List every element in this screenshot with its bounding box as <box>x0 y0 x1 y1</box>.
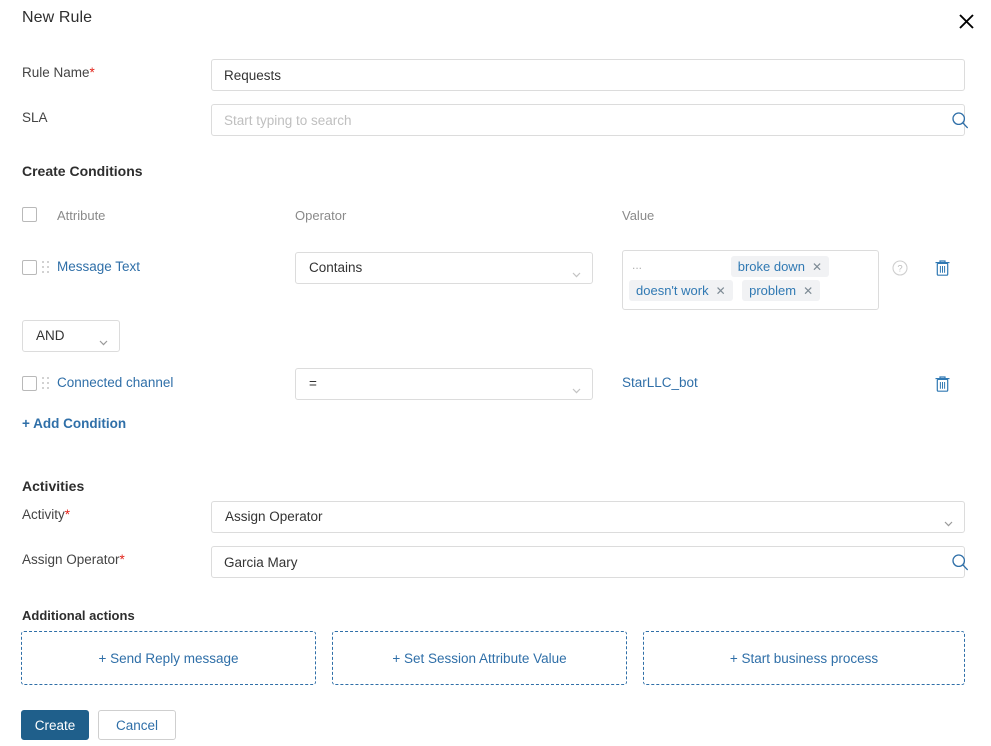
help-circle-icon-glyph: ? <box>892 260 908 276</box>
tag-item: broke down ✕ <box>730 256 829 277</box>
search-icon-glyph <box>952 554 968 571</box>
search-icon-glyph <box>952 112 968 129</box>
close-icon[interactable]: ✕ <box>803 285 813 297</box>
sla-input[interactable] <box>211 104 965 136</box>
chevron-down-icon <box>572 381 581 394</box>
activity-label-text: Activity <box>22 507 65 522</box>
chevron-down-icon <box>572 265 581 278</box>
close-icon[interactable]: ✕ <box>716 285 726 297</box>
set-session-attribute-value-button[interactable]: + Set Session Attribute Value <box>332 631 627 685</box>
tag-line-2: doesn't work ✕ problem ✕ <box>629 280 876 304</box>
close-icon[interactable] <box>953 8 979 34</box>
chevron-down-icon-glyph <box>944 521 953 527</box>
delete-condition-row-1-icon[interactable] <box>934 259 951 277</box>
drag-handle-icon[interactable] <box>42 261 50 274</box>
activity-select[interactable]: Assign Operator <box>211 501 965 533</box>
column-header-attribute: Attribute <box>57 208 106 223</box>
required-asterisk: * <box>89 65 95 80</box>
sla-label: SLA <box>22 110 48 125</box>
delete-condition-row-2-icon[interactable] <box>934 375 951 393</box>
logic-operator-select[interactable]: AND <box>22 320 120 352</box>
sla-row: SLA <box>0 104 991 136</box>
tag-item: problem ✕ <box>742 280 821 301</box>
add-condition-button[interactable]: + Add Condition <box>22 416 126 431</box>
assign-operator-row: Assign Operator* <box>0 546 991 578</box>
tag-item: doesn't work ✕ <box>629 280 733 301</box>
chevron-down-icon-glyph <box>572 272 581 278</box>
rule-name-row: Rule Name* <box>0 59 991 91</box>
cancel-button[interactable]: Cancel <box>98 710 176 740</box>
rule-name-label-text: Rule Name <box>22 65 90 80</box>
tag-label: doesn't work <box>636 283 709 298</box>
rule-name-input[interactable] <box>211 59 965 91</box>
required-asterisk: * <box>64 507 71 522</box>
page-title: New Rule <box>22 9 93 26</box>
search-icon[interactable] <box>951 553 969 571</box>
operator-select-row-1[interactable]: Contains <box>295 252 593 284</box>
create-conditions-heading: Create Conditions <box>22 163 143 179</box>
search-icon[interactable] <box>951 111 969 129</box>
dialog-header: New Rule <box>0 0 991 45</box>
close-icon-glyph <box>958 13 974 29</box>
svg-text:?: ? <box>897 264 902 275</box>
chevron-down-icon <box>99 333 108 346</box>
tag-list: broke down ✕ doesn't work ✕ problem ✕ <box>629 256 876 304</box>
required-asterisk: * <box>119 552 125 567</box>
chevron-down-icon <box>944 514 953 527</box>
chevron-down-icon-glyph <box>572 388 581 394</box>
column-header-value: Value <box>622 208 655 223</box>
activity-select-value: Assign Operator <box>225 509 323 524</box>
tag-label: broke down <box>737 259 805 274</box>
assign-operator-label-text: Assign Operator <box>22 552 120 567</box>
start-business-process-button[interactable]: + Start business process <box>643 631 965 685</box>
chevron-down-icon-glyph <box>99 340 108 346</box>
assign-operator-label: Assign Operator* <box>22 552 125 567</box>
operator-select-row-1-value: Contains <box>309 260 363 275</box>
additional-actions-heading: Additional actions <box>22 608 135 623</box>
assign-operator-input[interactable] <box>211 546 965 578</box>
help-circle-icon[interactable]: ? <box>892 260 908 276</box>
close-icon[interactable]: ✕ <box>812 261 822 273</box>
column-header-operator: Operator <box>295 208 347 223</box>
operator-select-row-2[interactable]: = <box>295 368 593 400</box>
condition-attribute-message-text[interactable]: Message Text <box>57 259 140 274</box>
rule-name-label: Rule Name* <box>22 65 95 80</box>
condition-row-checkbox[interactable] <box>22 260 37 275</box>
trash-icon-glyph <box>935 260 950 276</box>
send-reply-message-button[interactable]: + Send Reply message <box>21 631 316 685</box>
activity-label: Activity* <box>22 507 70 522</box>
select-all-conditions-checkbox[interactable] <box>22 207 37 222</box>
create-button[interactable]: Create <box>21 710 89 740</box>
condition-row-checkbox[interactable] <box>22 376 37 391</box>
trash-icon-glyph <box>935 376 950 392</box>
drag-handle-icon[interactable] <box>42 377 50 390</box>
activity-row: Activity* Assign Operator <box>0 501 991 533</box>
logic-operator-value: AND <box>36 328 65 343</box>
operator-select-row-2-value: = <box>309 376 317 391</box>
tag-line-1: broke down ✕ <box>629 256 876 280</box>
condition-value-row-2[interactable]: StarLLC_bot <box>622 375 698 390</box>
condition-value-tags-row-1[interactable]: ... broke down ✕ doesn't work ✕ problem ✕ <box>622 250 879 310</box>
tag-label: problem <box>749 283 797 298</box>
activities-heading: Activities <box>22 478 85 494</box>
condition-attribute-connected-channel[interactable]: Connected channel <box>57 375 173 390</box>
